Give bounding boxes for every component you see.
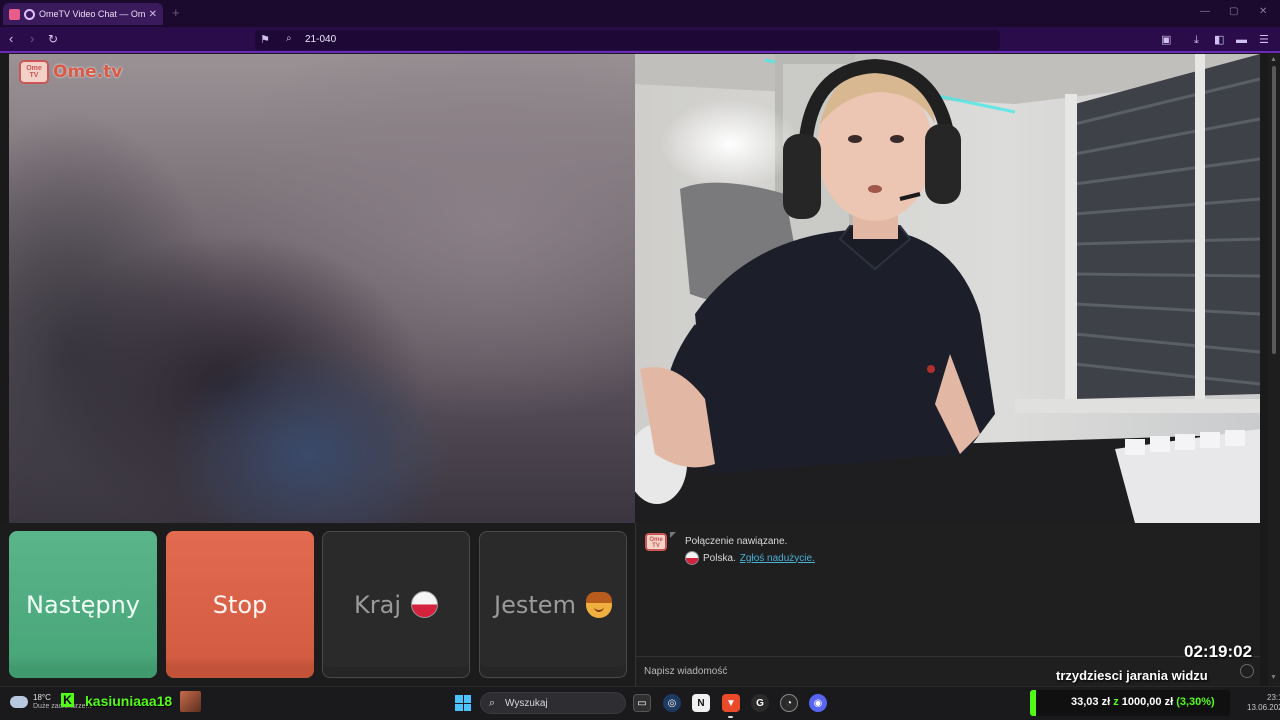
clock-app-icon[interactable]: ◔: [780, 694, 798, 712]
clock-time: 23:13: [1267, 693, 1280, 702]
stop-button[interactable]: Stop: [166, 531, 314, 678]
ometv-logo: Ome TV Ome.tv: [19, 60, 122, 84]
tab-workspace-icon: [9, 8, 20, 20]
screenshot-icon[interactable]: ▣: [1161, 34, 1171, 46]
chat-input-placeholder: Napisz wiadomość: [644, 666, 728, 677]
search-icon: ⌕: [489, 697, 496, 709]
donation-goal-text: 33,03 zł z 1000,00 zł (3,30%): [1071, 696, 1215, 708]
country-button-label: Kraj: [354, 590, 401, 619]
menu-icon[interactable]: ☰: [1259, 34, 1269, 46]
country-button[interactable]: Kraj: [322, 531, 470, 678]
address-text[interactable]: 21-040: [305, 34, 336, 45]
stop-button-label: Stop: [212, 590, 268, 619]
vpn-icon[interactable]: ◎: [663, 694, 681, 712]
tab-close-icon[interactable]: ✕: [149, 9, 157, 20]
kick-logo-icon: K: [61, 693, 74, 707]
sidebar-icon[interactable]: ◧: [1214, 34, 1224, 46]
brave-icon[interactable]: ▼: [722, 694, 740, 712]
boy-face-icon: [585, 591, 612, 618]
cloud-icon: [10, 696, 28, 708]
streamer-username: kasiuniaaa18: [85, 693, 173, 709]
reload-icon[interactable]: ↻: [48, 32, 58, 46]
tab-title: OmeTV Video Chat — Omeg: [39, 9, 145, 19]
weather-widget[interactable]: 18°C Duże zachmurze...: [10, 693, 91, 711]
scroll-up-icon[interactable]: ▲: [1270, 56, 1277, 63]
ometv-logo-text: Ome.tv: [53, 62, 123, 82]
stream-timer: 02:19:02: [1184, 642, 1253, 661]
chat-panel: Ome TV Połączenie nawiązane. Polska. Zgł…: [635, 523, 1260, 686]
download-icon[interactable]: ⤓: [1194, 34, 1199, 46]
close-window-icon[interactable]: ✕: [1259, 6, 1267, 17]
logitech-icon[interactable]: G: [751, 694, 769, 712]
browser-tab[interactable]: OmeTV Video Chat — Omeg ✕: [3, 3, 163, 25]
taskbar-search[interactable]: ⌕ Wyszukaj: [480, 692, 626, 714]
ometv-avatar-icon: Ome TV: [645, 533, 667, 551]
donation-goal: 1000,00 zł: [1121, 696, 1174, 708]
browser-tab-bar: OmeTV Video Chat — Omeg ✕ + — ▢ ✕: [0, 0, 1280, 27]
discord-icon[interactable]: ◉: [809, 694, 827, 712]
donation-percent: (3,30%): [1176, 696, 1215, 708]
new-tab-button[interactable]: +: [172, 5, 180, 20]
windows-taskbar: 18°C Duże zachmurze... K kasiuniaaa18 ⌕ …: [0, 686, 1280, 720]
stranger-video: [9, 54, 635, 523]
stream-caption: trzydziesci jarania widzu: [1056, 668, 1208, 683]
forward-icon[interactable]: ›: [30, 32, 34, 46]
extension-icon[interactable]: ▬: [1236, 34, 1247, 46]
back-icon[interactable]: ‹: [9, 32, 13, 46]
maximize-icon[interactable]: ▢: [1229, 6, 1238, 17]
next-button-label: Następny: [26, 590, 140, 619]
minimize-icon[interactable]: —: [1200, 6, 1210, 17]
donation-goal-widget: 33,03 zł z 1000,00 zł (3,30%): [1030, 690, 1230, 716]
screen: OmeTV Video Chat — Omeg ✕ + — ▢ ✕ ‹ › ↻ …: [0, 0, 1280, 720]
taskbar-search-label: Wyszukaj: [505, 698, 548, 709]
country-message: Polska. Zgłoś nadużycie.: [685, 551, 815, 565]
donation-amount: 33,03 zł: [1071, 696, 1111, 708]
gender-button-label: Jestem: [494, 590, 576, 619]
clock-date: 13.06.2025: [1247, 703, 1280, 712]
scrollbar-thumb[interactable]: [1272, 66, 1276, 354]
start-icon[interactable]: [455, 695, 471, 711]
scroll-down-icon[interactable]: ▼: [1270, 674, 1277, 681]
next-button[interactable]: Następny: [9, 531, 157, 678]
terminal-icon[interactable]: ▭: [633, 694, 651, 712]
system-clock[interactable]: 23:13 13.06.2025: [1247, 693, 1280, 713]
gender-button[interactable]: Jestem: [479, 531, 627, 678]
report-abuse-link[interactable]: Zgłoś nadużycie.: [740, 553, 815, 564]
emoji-icon[interactable]: [1240, 664, 1254, 678]
brave-active-indicator: [728, 716, 733, 718]
poland-flag-icon: [685, 551, 699, 565]
streamer-thumbnail: [180, 691, 201, 712]
browser-toolbar: ‹ › ↻ ⚑ ⌕ 21-040 ▣ ⤓ ◧ ▬ ☰: [0, 27, 1280, 53]
country-name: Polska.: [703, 552, 736, 564]
control-panel: Następny Stop Kraj Jestem: [0, 523, 635, 686]
address-bar[interactable]: ⚑ ⌕ 21-040: [255, 30, 1000, 50]
ometv-logo-badge: Ome TV: [19, 60, 49, 84]
tab-favicon-icon: [24, 8, 35, 20]
search-icon: ⌕: [286, 33, 292, 44]
bookmark-icon[interactable]: ⚑: [260, 33, 270, 46]
connected-message: Połączenie nawiązane.: [685, 536, 788, 547]
page-scrollbar[interactable]: ▲ ▼: [1268, 54, 1280, 686]
notion-icon[interactable]: N: [692, 694, 710, 712]
camera-scene: [635, 54, 1260, 523]
message-tail: [670, 532, 676, 538]
poland-flag-icon: [410, 591, 438, 618]
self-camera-video: [635, 54, 1260, 523]
donation-separator: z: [1113, 696, 1119, 708]
